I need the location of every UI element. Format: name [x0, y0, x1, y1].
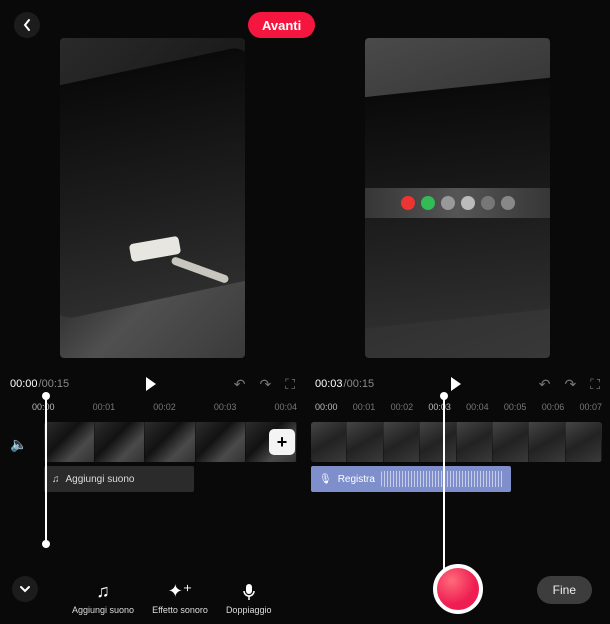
- tick-label: 00:03: [214, 402, 237, 418]
- playback-controls: 00:00 /00:15 ↶ ↷ ⛶: [10, 374, 295, 394]
- record-track-label: Registra: [338, 474, 375, 485]
- playhead[interactable]: [443, 396, 445, 576]
- timeline[interactable]: 🔈 + ♫ Aggiungi suono: [10, 422, 299, 502]
- tool-sound-effect[interactable]: ✦⁺ Effetto sonoro: [152, 582, 208, 616]
- clip-thumbnails[interactable]: [311, 422, 602, 462]
- add-clip-button[interactable]: +: [269, 429, 295, 455]
- playback-controls: 00:03 /00:15 ↶ ↷ ⛶: [315, 374, 600, 394]
- tick-label: 00:02: [153, 402, 176, 418]
- undo-icon[interactable]: ↶: [539, 376, 551, 393]
- redo-icon[interactable]: ↷: [564, 376, 576, 393]
- tool-strip: ♫ Aggiungi suono ✦⁺ Effetto sonoro Doppi…: [72, 582, 271, 616]
- tick-label: 00:04: [466, 402, 489, 418]
- editor-pane-left: Avanti 00:00 /00:15 ↶ ↷ ⛶ 00:00 00:01 00…: [0, 0, 305, 624]
- back-button[interactable]: [14, 12, 40, 38]
- clip-thumbnails[interactable]: [44, 422, 297, 462]
- fullscreen-icon[interactable]: ⛶: [285, 376, 295, 393]
- play-button[interactable]: [451, 377, 461, 391]
- tool-dubbing[interactable]: Doppiaggio: [226, 582, 272, 616]
- timeline-ticks: 00:00 00:01 00:02 00:03 00:04 00:05 00:0…: [315, 402, 602, 418]
- fullscreen-icon[interactable]: ⛶: [590, 376, 600, 393]
- total-time: /00:15: [39, 378, 70, 390]
- voice-record-track[interactable]: 🎙 Registra: [311, 466, 511, 492]
- editor-pane-right: 00:03 /00:15 ↶ ↷ ⛶ 00:00 00:01 00:02 00:…: [305, 0, 610, 624]
- tool-label: Effetto sonoro: [152, 606, 208, 616]
- tick-label: 00:01: [93, 402, 116, 418]
- done-button-label: Fine: [553, 583, 576, 597]
- video-preview[interactable]: [365, 38, 550, 358]
- tool-add-sound[interactable]: ♫ Aggiungi suono: [72, 582, 134, 616]
- music-note-icon: ♫: [96, 582, 110, 602]
- waveform: [381, 471, 503, 487]
- tool-label: Doppiaggio: [226, 606, 272, 616]
- tick-label: 00:04: [274, 402, 297, 418]
- undo-icon[interactable]: ↶: [234, 376, 246, 393]
- redo-icon[interactable]: ↷: [259, 376, 271, 393]
- tick-label: 00:03: [428, 402, 451, 418]
- next-button-label: Avanti: [262, 18, 301, 33]
- done-button[interactable]: Fine: [537, 576, 592, 604]
- play-button[interactable]: [146, 377, 156, 391]
- add-sound-track[interactable]: ♫ Aggiungi suono: [44, 466, 194, 492]
- video-preview[interactable]: [60, 38, 245, 358]
- tick-label: 00:01: [353, 402, 376, 418]
- tick-label: 00:05: [504, 402, 527, 418]
- mic-icon: 🎙: [319, 474, 332, 485]
- record-button[interactable]: [433, 564, 483, 614]
- sparkle-icon: ✦⁺: [168, 582, 193, 602]
- timeline-ticks: 00:00 00:01 00:02 00:03 00:04: [32, 402, 297, 418]
- expand-tools-button[interactable]: [12, 576, 38, 602]
- playhead[interactable]: [45, 396, 47, 544]
- volume-icon[interactable]: 🔈: [10, 436, 27, 453]
- mic-icon: [242, 582, 256, 602]
- current-time: 00:03: [315, 378, 343, 390]
- tick-label: 00:00: [32, 402, 55, 418]
- chevron-down-icon: [19, 585, 31, 593]
- timeline[interactable]: 🎙 Registra: [311, 422, 604, 502]
- tick-label: 00:00: [315, 402, 338, 418]
- tick-label: 00:07: [579, 402, 602, 418]
- tool-label: Aggiungi suono: [72, 606, 134, 616]
- total-time: /00:15: [344, 378, 375, 390]
- tick-label: 00:02: [391, 402, 414, 418]
- music-note-icon: ♫: [52, 474, 60, 485]
- add-sound-label: Aggiungi suono: [66, 474, 135, 485]
- tick-label: 00:06: [542, 402, 565, 418]
- current-time: 00:00: [10, 378, 38, 390]
- chevron-left-icon: [22, 18, 32, 32]
